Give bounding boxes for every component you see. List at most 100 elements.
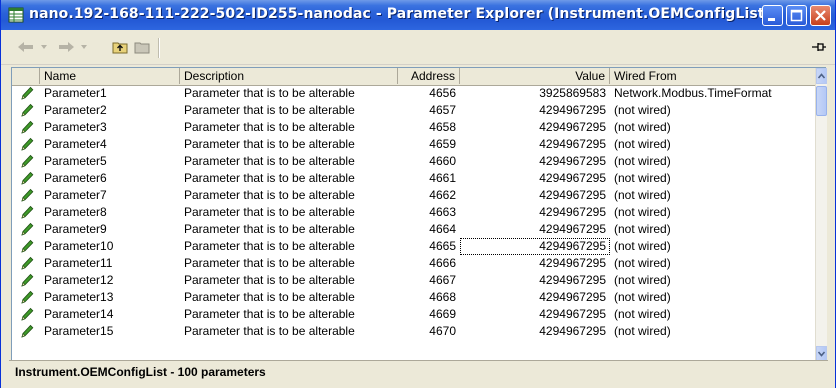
- address-cell: 4664: [429, 222, 456, 236]
- table-row[interactable]: Parameter3 Parameter that is to be altera…: [12, 119, 815, 136]
- status-bar: Instrument.OEMConfigList - 100 parameter…: [9, 360, 828, 382]
- toolbar-separator: [158, 38, 160, 58]
- back-arrow-icon[interactable]: [15, 38, 37, 56]
- pencil-edit-icon: [20, 154, 34, 170]
- address-cell: 4657: [429, 103, 456, 117]
- name-cell: Parameter6: [44, 171, 107, 185]
- value-cell[interactable]: 4294967295: [460, 272, 610, 289]
- address-cell: 4656: [429, 86, 456, 100]
- value-cell[interactable]: 4294967295: [460, 102, 610, 119]
- address-cell: 4660: [429, 154, 456, 168]
- name-cell: Parameter14: [44, 307, 114, 321]
- table-row[interactable]: Parameter9 Parameter that is to be altera…: [12, 221, 815, 238]
- header-icon-column[interactable]: [12, 68, 40, 84]
- vertical-scroll-thumb[interactable]: [816, 86, 827, 116]
- value-cell[interactable]: 4294967295: [460, 170, 610, 187]
- value-cell[interactable]: 4294967295: [460, 136, 610, 153]
- description-cell: Parameter that is to be alterable: [184, 137, 355, 151]
- value-cell[interactable]: 4294967295: [460, 238, 610, 255]
- back-dropdown-icon[interactable]: [39, 38, 49, 56]
- toolbar: [1, 30, 835, 65]
- wired-from-cell: (not wired): [614, 120, 671, 134]
- value-cell[interactable]: 4294967295: [460, 323, 610, 340]
- wired-from-cell: (not wired): [614, 137, 671, 151]
- name-cell: Parameter2: [44, 103, 107, 117]
- value-cell[interactable]: 4294967295: [460, 119, 610, 136]
- value-cell[interactable]: 4294967295: [460, 153, 610, 170]
- description-cell: Parameter that is to be alterable: [184, 256, 355, 270]
- name-cell: Parameter9: [44, 222, 107, 236]
- forward-arrow-icon[interactable]: [55, 38, 77, 56]
- folder-icon[interactable]: [133, 38, 151, 56]
- row-icon-cell: [12, 255, 40, 272]
- wired-from-cell: (not wired): [614, 154, 671, 168]
- table-row[interactable]: Parameter8 Parameter that is to be altera…: [12, 204, 815, 221]
- value-cell[interactable]: 4294967295: [460, 204, 610, 221]
- description-cell: Parameter that is to be alterable: [184, 86, 355, 100]
- name-cell: Parameter12: [44, 273, 114, 287]
- description-cell: Parameter that is to be alterable: [184, 273, 355, 287]
- wired-from-cell: (not wired): [614, 222, 671, 236]
- forward-dropdown-icon[interactable]: [79, 38, 89, 56]
- maximize-button[interactable]: [786, 5, 807, 26]
- description-cell: Parameter that is to be alterable: [184, 290, 355, 304]
- row-icon-cell: [12, 221, 40, 238]
- table-row[interactable]: Parameter6 Parameter that is to be altera…: [12, 170, 815, 187]
- table-row[interactable]: Parameter2 Parameter that is to be altera…: [12, 102, 815, 119]
- table-row[interactable]: Parameter4 Parameter that is to be altera…: [12, 136, 815, 153]
- name-cell: Parameter5: [44, 154, 107, 168]
- description-cell: Parameter that is to be alterable: [184, 171, 355, 185]
- window-title: nano.192-168-111-222-502-ID255-nanodac -…: [29, 6, 772, 22]
- name-cell: Parameter10: [44, 239, 114, 253]
- parameter-table[interactable]: Name Description Address Value Wired Fro…: [11, 67, 827, 379]
- description-cell: Parameter that is to be alterable: [184, 205, 355, 219]
- value-cell[interactable]: 4294967295: [460, 221, 610, 238]
- scroll-up-button[interactable]: [816, 68, 827, 84]
- value-cell[interactable]: 4294967295: [460, 306, 610, 323]
- table-body: Parameter1 Parameter that is to be altera…: [12, 85, 815, 346]
- name-cell: Parameter8: [44, 205, 107, 219]
- wired-from-cell: (not wired): [614, 188, 671, 202]
- pencil-edit-icon: [20, 86, 34, 102]
- name-cell: Parameter7: [44, 188, 107, 202]
- minimize-button[interactable]: [762, 5, 783, 26]
- wired-from-cell: (not wired): [614, 324, 671, 338]
- row-icon-cell: [12, 102, 40, 119]
- address-cell: 4665: [429, 239, 456, 253]
- row-icon-cell: [12, 170, 40, 187]
- up-folder-icon[interactable]: [111, 38, 129, 56]
- name-cell: Parameter11: [44, 256, 113, 270]
- value-cell[interactable]: 4294967295: [460, 289, 610, 306]
- vertical-scrollbar[interactable]: [815, 68, 827, 362]
- wired-from-cell: (not wired): [614, 205, 671, 219]
- address-cell: 4666: [429, 256, 456, 270]
- close-button[interactable]: [810, 5, 831, 26]
- table-row[interactable]: Parameter5 Parameter that is to be altera…: [12, 153, 815, 170]
- header-name[interactable]: Name: [40, 68, 180, 84]
- header-address[interactable]: Address: [398, 68, 460, 84]
- value-cell[interactable]: 4294967295: [460, 255, 610, 272]
- address-cell: 4670: [429, 324, 456, 338]
- table-row[interactable]: Parameter12 Parameter that is to be alter…: [12, 272, 815, 289]
- table-row[interactable]: Parameter11 Parameter that is to be alter…: [12, 255, 815, 272]
- description-cell: Parameter that is to be alterable: [184, 120, 355, 134]
- description-cell: Parameter that is to be alterable: [184, 154, 355, 168]
- title-bar[interactable]: nano.192-168-111-222-502-ID255-nanodac -…: [1, 0, 835, 30]
- header-wired-from[interactable]: Wired From: [610, 68, 815, 84]
- header-value[interactable]: Value: [460, 68, 610, 84]
- table-row[interactable]: Parameter14 Parameter that is to be alter…: [12, 306, 815, 323]
- table-row[interactable]: Parameter13 Parameter that is to be alter…: [12, 289, 815, 306]
- address-cell: 4661: [429, 171, 456, 185]
- table-row[interactable]: Parameter10 Parameter that is to be alter…: [12, 238, 815, 255]
- value-cell[interactable]: 3925869583: [460, 85, 610, 102]
- value-cell[interactable]: 4294967295: [460, 187, 610, 204]
- header-description[interactable]: Description: [180, 68, 398, 84]
- table-row[interactable]: Parameter15 Parameter that is to be alter…: [12, 323, 815, 340]
- table-row[interactable]: Parameter1 Parameter that is to be altera…: [12, 85, 815, 102]
- row-icon-cell: [12, 136, 40, 153]
- address-cell: 4659: [429, 137, 456, 151]
- pin-icon[interactable]: [809, 38, 829, 56]
- pencil-edit-icon: [20, 307, 34, 323]
- table-row[interactable]: Parameter7 Parameter that is to be altera…: [12, 187, 815, 204]
- wired-from-cell: (not wired): [614, 239, 671, 253]
